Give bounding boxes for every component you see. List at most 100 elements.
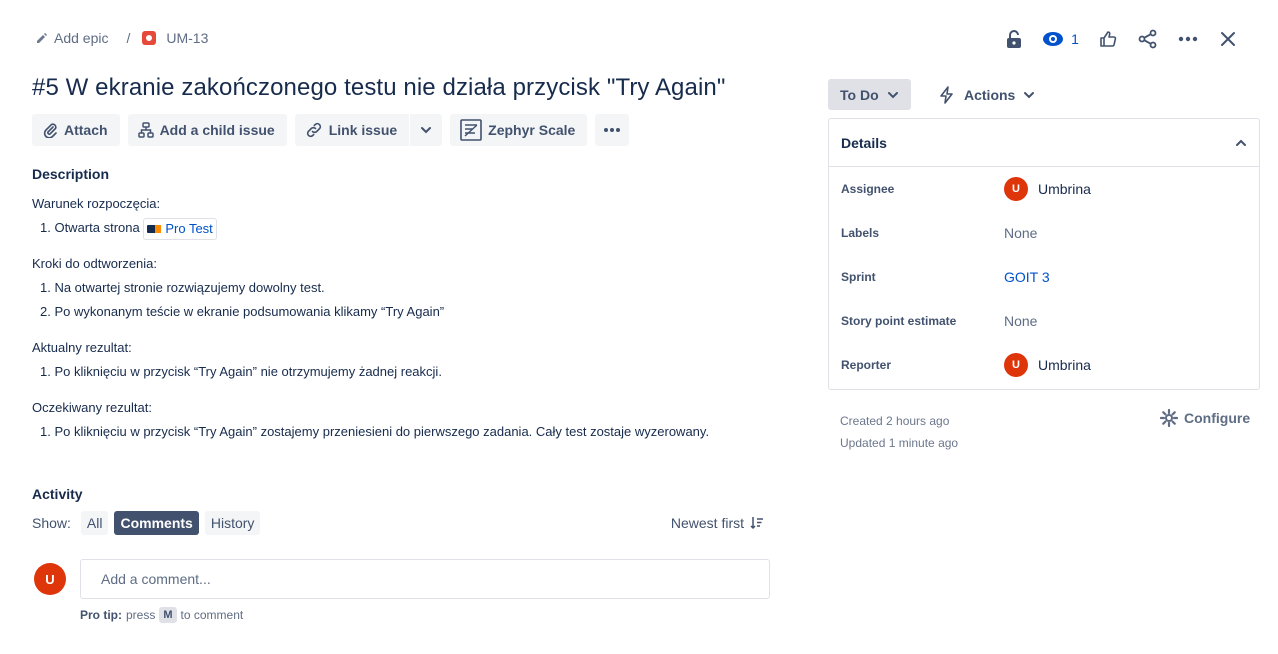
updated-timestamp: Updated 1 minute ago (840, 436, 959, 450)
chevron-down-icon (421, 127, 432, 134)
reporter-field[interactable]: U Umbrina (1004, 353, 1091, 377)
chevron-down-icon (1024, 91, 1035, 98)
description-heading: Description (32, 166, 110, 182)
detail-key: Reporter (841, 358, 892, 372)
expected-result-item: 1. Po kliknięciu w przycisk “Try Again” … (40, 424, 710, 439)
bug-issue-type-icon (142, 31, 157, 45)
avatar: U (1004, 177, 1028, 201)
zephyr-scale-button[interactable]: Zephyr Scale (450, 114, 588, 146)
issue-timestamps: Created 2 hours ago Updated 1 minute ago (840, 410, 958, 454)
paperclip-icon (43, 123, 57, 138)
add-comment-placeholder: Add a comment... (101, 571, 211, 587)
configure-button[interactable]: Configure (1160, 409, 1250, 427)
avatar: U (1004, 353, 1028, 377)
detail-row-assignee: Assignee U Umbrina (829, 167, 1259, 211)
actual-result-item: 1. Po kliknięciu w przycisk “Try Again” … (40, 364, 442, 379)
issue-header-actions: 1 (994, 26, 1248, 52)
expected-result-label: Oczekiwany rezultat: (32, 400, 152, 415)
add-child-issue-label: Add a child issue (159, 122, 275, 138)
more-horizontal-icon (1178, 36, 1198, 42)
detail-key: Assignee (841, 182, 895, 196)
more-actions-button[interactable] (1168, 26, 1208, 52)
zephyr-scale-icon (460, 119, 482, 141)
activity-filter-bar: Show: All Comments History Newest first (32, 511, 764, 535)
more-horizontal-icon (604, 128, 621, 132)
steps-label: Kroki do odtworzenia: (32, 256, 158, 271)
issue-toolbar: Attach Add a child issue Link issue Zeph… (32, 114, 630, 146)
hierarchy-icon (137, 122, 154, 138)
breadcrumb: Add epic / UM-13 (36, 28, 208, 48)
link-issue-dropdown[interactable] (410, 114, 443, 146)
filter-comments[interactable]: Comments (114, 511, 199, 535)
actions-label: Actions (964, 86, 1016, 103)
toolbar-more-button[interactable] (595, 114, 630, 146)
close-button[interactable] (1208, 26, 1248, 52)
detail-row-story-points: Story point estimate None (829, 299, 1259, 343)
detail-row-sprint: Sprint GOIT 3 (829, 255, 1259, 299)
lightning-icon (940, 85, 953, 104)
vote-button[interactable] (1088, 26, 1128, 52)
link-issue-group: Link issue (294, 114, 443, 146)
detail-key: Labels (841, 226, 880, 240)
created-timestamp: Created 2 hours ago (840, 414, 950, 428)
filter-all[interactable]: All (80, 511, 109, 535)
zephyr-scale-label: Zephyr Scale (488, 122, 576, 138)
close-icon (1221, 32, 1235, 46)
assignee-field[interactable]: U Umbrina (1004, 177, 1091, 201)
watch-count: 1 (1071, 31, 1079, 47)
sort-order-button[interactable]: Newest first (671, 515, 764, 531)
pro-test-smart-link[interactable]: Pro Test (143, 217, 217, 240)
pro-tip: Pro tip: press M to comment (80, 607, 243, 623)
attach-label: Attach (64, 122, 108, 138)
precondition-item: 1. Otwarta strona Pro Test (32, 216, 772, 240)
description-section[interactable]: Description Warunek rozpoczęcia: 1. Otwa… (32, 166, 772, 444)
assignee-name: Umbrina (1038, 181, 1091, 197)
chevron-down-icon (887, 91, 898, 98)
status-label: To Do (840, 86, 879, 103)
show-label: Show: (32, 515, 71, 531)
step-item: 2. Po wykonanym teście w ekranie podsumo… (40, 304, 445, 319)
issue-title[interactable]: #5 W ekranie zakończonego testu nie dzia… (32, 74, 725, 102)
thumbs-up-icon (1100, 31, 1117, 47)
status-dropdown[interactable]: To Do (828, 79, 911, 110)
link-icon (306, 122, 321, 138)
pencil-icon (37, 33, 47, 43)
watch-button[interactable]: 1 (1034, 26, 1088, 52)
add-child-issue-button[interactable]: Add a child issue (127, 114, 287, 146)
activity-heading: Activity (32, 486, 83, 502)
labels-field[interactable]: None (1004, 225, 1037, 241)
sort-order-label: Newest first (670, 515, 744, 531)
link-issue-button[interactable]: Link issue (294, 114, 410, 146)
unlock-icon (1007, 30, 1021, 48)
share-button[interactable] (1128, 26, 1168, 52)
pro-test-favicon-icon (147, 224, 162, 233)
add-comment-input[interactable]: Add a comment... (80, 559, 770, 599)
add-epic-link[interactable]: Add epic (54, 30, 108, 46)
detail-key: Story point estimate (841, 314, 957, 328)
pro-tip-label: Pro tip: (80, 608, 122, 622)
details-panel: Details Assignee U Umbrina Labels None S… (828, 118, 1260, 390)
issue-key-link[interactable]: UM-13 (166, 30, 208, 46)
link-issue-label: Link issue (328, 122, 398, 138)
filter-history[interactable]: History (204, 511, 261, 535)
actions-dropdown[interactable]: Actions (938, 79, 1035, 110)
pro-tip-press: press (126, 608, 156, 622)
details-header[interactable]: Details (829, 119, 1259, 167)
pro-test-link-text: Pro Test (165, 220, 213, 236)
precondition-label: Warunek rozpoczęcia: (32, 196, 161, 211)
lock-button[interactable] (994, 26, 1034, 52)
share-icon (1138, 29, 1157, 49)
story-point-field[interactable]: None (1004, 313, 1037, 329)
breadcrumb-separator: / (126, 30, 131, 46)
eye-icon (1043, 32, 1064, 46)
reporter-name: Umbrina (1038, 357, 1091, 373)
chevron-up-icon (1236, 139, 1246, 146)
sort-descending-icon (750, 517, 763, 530)
shortcut-key: M (159, 607, 177, 623)
step-item: 1. Na otwartej stronie rozwiązujemy dowo… (40, 280, 325, 295)
attach-button[interactable]: Attach (32, 114, 120, 146)
sprint-link[interactable]: GOIT 3 (1004, 269, 1050, 285)
activity-section: Activity (32, 486, 772, 502)
detail-key: Sprint (841, 270, 876, 284)
gear-icon (1160, 409, 1178, 427)
